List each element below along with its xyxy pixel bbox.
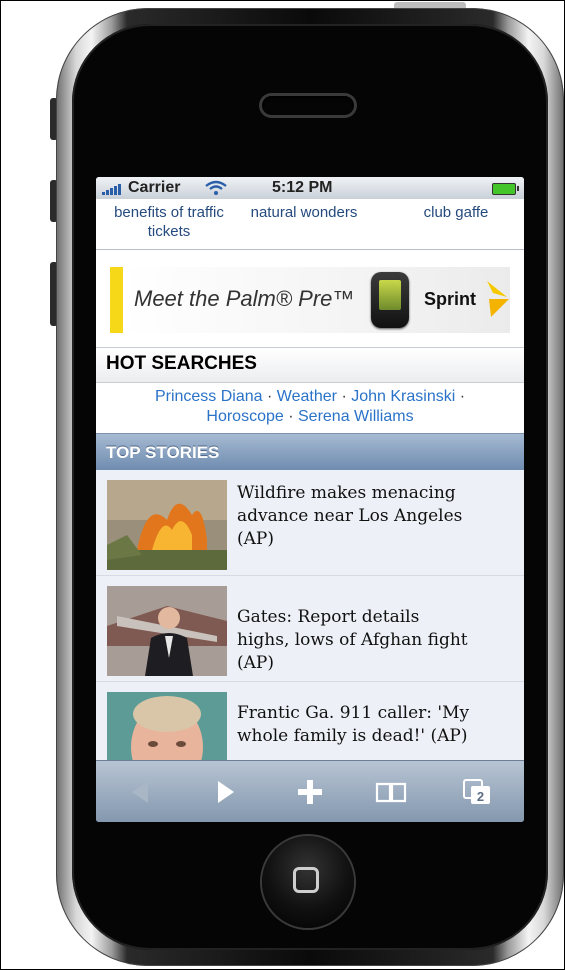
sprint-logo-icon: [487, 281, 509, 317]
sprint-brand: Sprint: [424, 289, 476, 309]
related-links-row: benefits of traffic tickets natural wonde…: [96, 199, 524, 250]
hot-searches-links: Princess Diana · Weather · John Krasinsk…: [96, 383, 524, 433]
home-square-icon: [293, 867, 319, 893]
phone-screen: Carrier 5:12 PM benefits of traffic ticke…: [96, 177, 524, 822]
story-headline[interactable]: Frantic Ga. 911 caller: 'My whole family…: [237, 702, 477, 748]
hot-search-link[interactable]: Weather: [277, 388, 337, 405]
palm-pre-phone-image: [371, 272, 409, 328]
earpiece-speaker: [262, 96, 354, 115]
story-item[interactable]: Gates: Report details highs, lows of Afg…: [96, 576, 524, 682]
signal-strength-icon: [102, 183, 124, 195]
clock: 5:12 PM: [272, 179, 333, 196]
hot-search-link[interactable]: Princess Diana: [155, 388, 263, 405]
status-bar: Carrier 5:12 PM: [96, 177, 524, 200]
battery-icon: [492, 183, 519, 195]
related-link[interactable]: club gaffe: [396, 203, 516, 222]
palm-pre-ad-banner[interactable]: Meet the Palm® Pre™ Sprint: [110, 267, 510, 333]
hot-searches-title: HOT SEARCHES: [106, 353, 257, 374]
story-headline[interactable]: Wildfire makes menacing advance near Los…: [237, 482, 477, 551]
hot-search-link[interactable]: Horoscope: [206, 408, 283, 425]
related-link[interactable]: benefits of traffic tickets: [104, 203, 234, 241]
ad-area: Meet the Palm® Pre™ Sprint: [96, 250, 524, 346]
related-link[interactable]: natural wonders: [234, 203, 374, 222]
ad-headline: Meet the Palm® Pre™: [134, 286, 355, 311]
hot-search-link[interactable]: John Krasinski: [351, 388, 455, 405]
pages-count: 2: [477, 789, 484, 804]
safari-toolbar: 2: [96, 760, 524, 822]
story-item[interactable]: Wildfire makes menacing advance near Los…: [96, 470, 524, 576]
back-arrow-icon[interactable]: [124, 775, 158, 809]
pages-icon[interactable]: 2: [460, 775, 494, 809]
wifi-icon: [205, 180, 227, 195]
top-stories-title: TOP STORIES: [106, 443, 220, 462]
plus-icon[interactable]: [293, 775, 327, 809]
hot-search-link[interactable]: Serena Williams: [298, 408, 414, 425]
story-headline[interactable]: Gates: Report details highs, lows of Afg…: [237, 606, 477, 675]
forward-arrow-icon[interactable]: [208, 775, 242, 809]
home-button[interactable]: [262, 836, 354, 928]
hot-searches-header: HOT SEARCHES: [96, 347, 524, 383]
bookmarks-book-icon[interactable]: [374, 775, 408, 809]
carrier-label: Carrier: [128, 179, 181, 196]
wildfire-photo: [107, 480, 227, 570]
top-stories-header: TOP STORIES: [96, 433, 524, 470]
gates-photo: [107, 586, 227, 676]
